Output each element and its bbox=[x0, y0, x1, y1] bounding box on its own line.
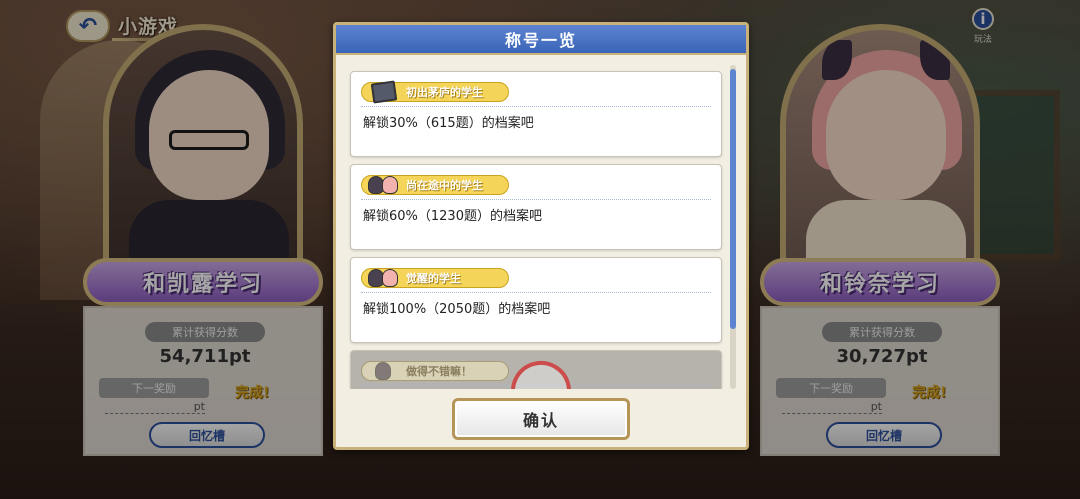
character-face-icon bbox=[366, 357, 402, 385]
completed-stamp-icon bbox=[504, 354, 578, 389]
title-description: 解锁100%（2050题）的档案吧 bbox=[363, 302, 551, 317]
title-tag: 尚在途中的学生 bbox=[361, 175, 509, 195]
divider bbox=[361, 292, 711, 293]
title-name: 初出茅庐的学生 bbox=[406, 86, 483, 99]
title-list-dialog: 称号一览 初出茅庐的学生 解锁30%（615题）的档案吧 尚在途中的学生 解锁6… bbox=[333, 22, 749, 450]
list-item: 做得不错嘛！ bbox=[350, 350, 722, 389]
list-item: 觉醒的学生 解锁100%（2050题）的档案吧 bbox=[350, 257, 722, 343]
title-tag: 初出茅庐的学生 bbox=[361, 80, 509, 104]
title-list[interactable]: 初出茅庐的学生 解锁30%（615题）的档案吧 尚在途中的学生 解锁60%（12… bbox=[346, 65, 736, 389]
dialog-title: 称号一览 bbox=[336, 25, 746, 55]
title-name: 尚在途中的学生 bbox=[406, 179, 483, 192]
title-name: 觉醒的学生 bbox=[406, 272, 461, 285]
list-item: 初出茅庐的学生 解锁30%（615题）的档案吧 bbox=[350, 71, 722, 157]
divider bbox=[361, 199, 711, 200]
title-description: 解锁30%（615题）的档案吧 bbox=[363, 116, 534, 131]
confirm-button[interactable]: 确认 bbox=[452, 398, 630, 440]
character-faces-icon bbox=[366, 264, 402, 292]
book-icon bbox=[366, 78, 402, 106]
title-description: 解锁60%（1230题）的档案吧 bbox=[363, 209, 542, 224]
title-tag: 做得不错嘛！ bbox=[361, 361, 509, 381]
scrollbar-thumb[interactable] bbox=[730, 69, 736, 329]
title-tag: 觉醒的学生 bbox=[361, 268, 509, 288]
divider bbox=[361, 106, 711, 107]
scrollbar[interactable] bbox=[730, 65, 736, 389]
title-name: 做得不错嘛！ bbox=[406, 365, 472, 378]
character-faces-icon bbox=[366, 171, 402, 199]
list-item: 尚在途中的学生 解锁60%（1230题）的档案吧 bbox=[350, 164, 722, 250]
